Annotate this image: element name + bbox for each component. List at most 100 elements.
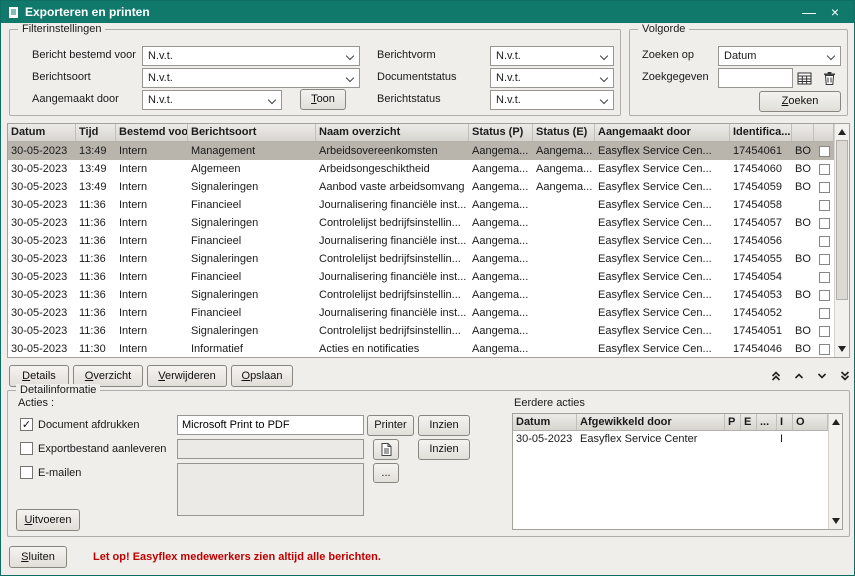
- column-header[interactable]: Datum: [513, 414, 577, 431]
- column-header[interactable]: Status (E): [533, 124, 595, 142]
- column-header[interactable]: [792, 124, 814, 142]
- row-checkbox[interactable]: [819, 254, 830, 265]
- table-cell: 30-05-2023: [8, 340, 76, 357]
- zoeken-button[interactable]: Zoeken: [759, 91, 841, 112]
- table-cell: 17454059: [730, 178, 792, 196]
- trash-icon[interactable]: [819, 69, 839, 87]
- chevron-up-icon[interactable]: [790, 366, 808, 386]
- chevron-down-icon[interactable]: [813, 366, 831, 386]
- table-cell: 11:36: [76, 232, 116, 250]
- table-row[interactable]: 30-05-202311:36InternFinancieelJournalis…: [8, 232, 834, 250]
- email-dots-button[interactable]: ...: [373, 463, 399, 483]
- aangemaakt-door-select[interactable]: N.v.t.: [142, 90, 282, 110]
- column-header[interactable]: [814, 124, 834, 142]
- column-header[interactable]: Status (P): [469, 124, 533, 142]
- column-header[interactable]: Naam overzicht: [316, 124, 469, 142]
- table-row[interactable]: 30-05-202313:49InternManagementArbeidsov…: [8, 142, 834, 160]
- row-checkbox-cell: [814, 322, 834, 340]
- inzien-export-button[interactable]: Inzien: [418, 439, 470, 460]
- berichtstatus-select[interactable]: N.v.t.: [490, 90, 614, 110]
- row-checkbox[interactable]: [819, 344, 830, 355]
- scroll-down-icon[interactable]: [829, 514, 842, 528]
- double-chevron-down-icon[interactable]: [836, 366, 854, 386]
- inzien-print-button[interactable]: Inzien: [418, 415, 470, 436]
- table-cell: Controlelijst bedrijfsinstellin...: [316, 322, 469, 340]
- table-cell: 30-05-2023: [8, 268, 76, 286]
- table-cell: Aangema...: [469, 160, 533, 178]
- row-checkbox[interactable]: [819, 200, 830, 211]
- double-chevron-up-icon[interactable]: [767, 366, 785, 386]
- column-header[interactable]: Tijd: [76, 124, 116, 142]
- exportbestand-input[interactable]: [177, 439, 364, 459]
- scrollbar-thumb[interactable]: [836, 140, 848, 300]
- column-header[interactable]: Berichtsoort: [188, 124, 316, 142]
- column-header[interactable]: O: [793, 414, 828, 431]
- row-checkbox[interactable]: [819, 290, 830, 301]
- printer-button[interactable]: Printer: [367, 415, 414, 436]
- scroll-up-icon[interactable]: [829, 415, 842, 429]
- table-cell: Aanbod vaste arbeidsomvang: [316, 178, 469, 196]
- table-row[interactable]: 30-05-202311:36InternFinancieelJournalis…: [8, 268, 834, 286]
- verwijderen-button[interactable]: Verwijderen: [147, 365, 227, 387]
- row-checkbox[interactable]: [819, 326, 830, 337]
- table-row[interactable]: 30-05-202311:30InternInformatiefActies e…: [8, 340, 834, 357]
- sluiten-button[interactable]: Sluiten: [9, 546, 67, 568]
- column-header[interactable]: Bestemd voor: [116, 124, 188, 142]
- warning-text: Let op! Easyflex medewerkers zien altijd…: [93, 551, 381, 563]
- documentstatus-label: Documentstatus: [377, 71, 456, 83]
- row-checkbox[interactable]: [819, 236, 830, 247]
- table-row[interactable]: 30-05-2023Easyflex Service CenterI: [513, 431, 828, 448]
- table-row[interactable]: 30-05-202311:36InternFinancieelJournalis…: [8, 304, 834, 322]
- table-cell: BO: [792, 160, 814, 178]
- column-header[interactable]: Datum: [8, 124, 76, 142]
- berichtvorm-select[interactable]: N.v.t.: [490, 46, 614, 66]
- table-cell: 13:49: [76, 160, 116, 178]
- column-header[interactable]: Aangemaakt door: [595, 124, 730, 142]
- row-checkbox[interactable]: [819, 272, 830, 283]
- column-header[interactable]: Afgewikkeld door: [577, 414, 725, 431]
- minimize-button[interactable]: —: [796, 1, 822, 23]
- column-header[interactable]: I: [777, 414, 793, 431]
- table-row[interactable]: 30-05-202311:36InternSignaleringenContro…: [8, 214, 834, 232]
- table-row[interactable]: 30-05-202311:36InternSignaleringenContro…: [8, 286, 834, 304]
- export-file-button[interactable]: [373, 439, 399, 460]
- uitvoeren-button[interactable]: Uitvoeren: [16, 509, 80, 531]
- table-cell: Easyflex Service Cen...: [595, 214, 730, 232]
- table-row[interactable]: 30-05-202313:49InternAlgemeenArbeidsonge…: [8, 160, 834, 178]
- table-cell: Journalisering financiële inst...: [316, 268, 469, 286]
- column-header[interactable]: Identifica...: [730, 124, 792, 142]
- table-row[interactable]: 30-05-202311:36InternSignaleringenContro…: [8, 322, 834, 340]
- email-recipients-field[interactable]: [177, 463, 364, 516]
- bericht-bestemd-voor-select[interactable]: N.v.t.: [142, 46, 360, 66]
- table-cell: 30-05-2023: [8, 250, 76, 268]
- scroll-up-icon[interactable]: [835, 125, 849, 139]
- table-row[interactable]: 30-05-202311:36InternFinancieelJournalis…: [8, 196, 834, 214]
- table-row[interactable]: 30-05-202313:49InternSignaleringenAanbod…: [8, 178, 834, 196]
- column-header[interactable]: E: [741, 414, 757, 431]
- berichtsoort-select[interactable]: N.v.t.: [142, 68, 360, 88]
- toon-button[interactable]: Toon: [300, 89, 346, 110]
- zoekgegeven-input[interactable]: [718, 68, 793, 88]
- documentstatus-select[interactable]: N.v.t.: [490, 68, 614, 88]
- row-checkbox[interactable]: [819, 146, 830, 157]
- row-checkbox[interactable]: [819, 164, 830, 175]
- column-header[interactable]: ...: [757, 414, 777, 431]
- printer-name-input[interactable]: [177, 415, 364, 435]
- earlier-actions-scrollbar[interactable]: [828, 414, 842, 529]
- emailen-checkbox[interactable]: [20, 466, 33, 479]
- scroll-down-icon[interactable]: [835, 342, 849, 356]
- row-checkbox[interactable]: [819, 308, 830, 319]
- calendar-icon[interactable]: [795, 69, 815, 87]
- table-cell: 30-05-2023: [8, 214, 76, 232]
- table-scrollbar[interactable]: [834, 124, 849, 357]
- close-button[interactable]: ×: [822, 1, 848, 23]
- opslaan-button[interactable]: Opslaan: [231, 365, 293, 387]
- table-cell: Management: [188, 142, 316, 160]
- row-checkbox[interactable]: [819, 218, 830, 229]
- row-checkbox[interactable]: [819, 182, 830, 193]
- column-header[interactable]: P: [725, 414, 741, 431]
- zoeken-op-select[interactable]: Datum: [718, 46, 841, 66]
- document-afdrukken-checkbox[interactable]: ✓: [20, 418, 33, 431]
- exportbestand-checkbox[interactable]: [20, 442, 33, 455]
- table-row[interactable]: 30-05-202311:36InternSignaleringenContro…: [8, 250, 834, 268]
